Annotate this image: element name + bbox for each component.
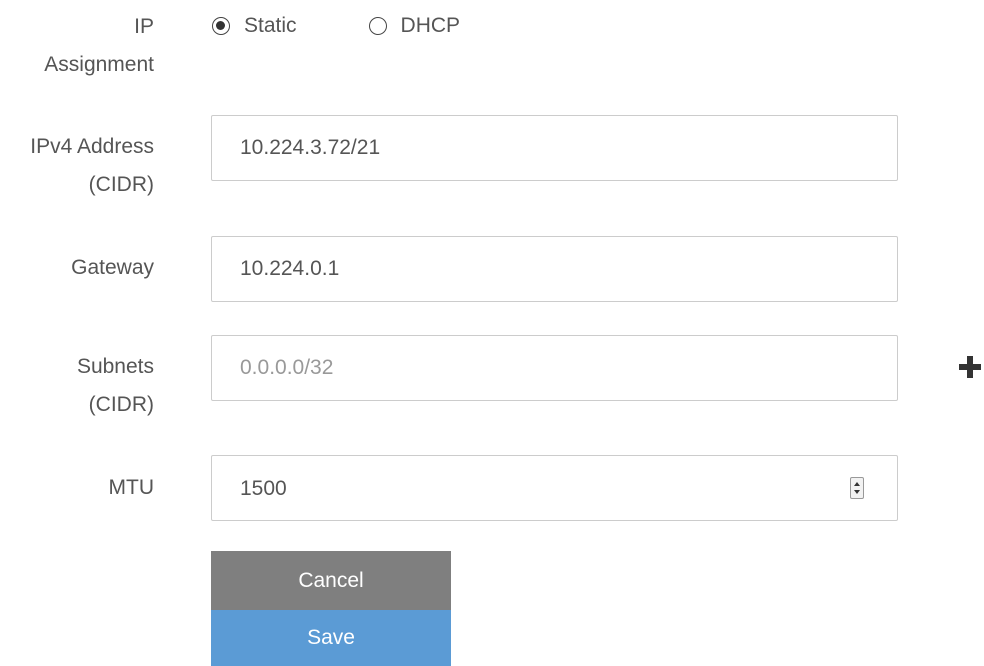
ip-assignment-label: IP Assignment <box>0 8 154 84</box>
mtu-value[interactable]: 1500 <box>240 456 287 522</box>
mtu-label-text: MTU <box>108 476 155 499</box>
ip-assignment-radio-group: Static DHCP <box>212 8 460 44</box>
ip-assignment-label-line2: Assignment <box>44 53 154 76</box>
radio-static-label: Static <box>244 14 297 37</box>
radio-dhcp-icon[interactable] <box>368 17 387 35</box>
mtu-label: MTU <box>0 469 155 507</box>
subnets-label-line1: Subnets <box>76 355 154 378</box>
ipv4-address-label-line2: (CIDR) <box>88 173 154 196</box>
spinner-updown-icon[interactable] <box>850 477 864 499</box>
cancel-button[interactable]: Cancel <box>211 551 451 610</box>
subnets-label: Subnets (CIDR) <box>0 348 154 424</box>
gateway-label-text: Gateway <box>71 256 154 279</box>
spinner-down-icon[interactable] <box>854 490 860 494</box>
save-button[interactable]: Save <box>211 610 451 666</box>
radio-static-icon[interactable] <box>212 17 230 35</box>
radio-static[interactable]: Static <box>212 14 297 38</box>
gateway-input[interactable] <box>211 236 898 302</box>
radio-dhcp-label: DHCP <box>400 14 461 37</box>
subnets-input[interactable] <box>211 335 898 401</box>
subnets-label-line2: (CIDR) <box>88 393 154 416</box>
radio-dhcp[interactable]: DHCP <box>368 14 461 38</box>
spinner-up-icon[interactable] <box>854 482 860 486</box>
plus-icon[interactable] <box>959 356 981 378</box>
mtu-input[interactable]: 1500 <box>211 455 898 521</box>
ipv4-address-label: IPv4 Address (CIDR) <box>0 128 154 204</box>
ip-assignment-label-line1: IP <box>134 15 154 38</box>
ipv4-address-input[interactable] <box>211 115 898 181</box>
ipv4-address-label-line1: IPv4 Address <box>30 135 154 158</box>
gateway-label: Gateway <box>0 249 154 287</box>
